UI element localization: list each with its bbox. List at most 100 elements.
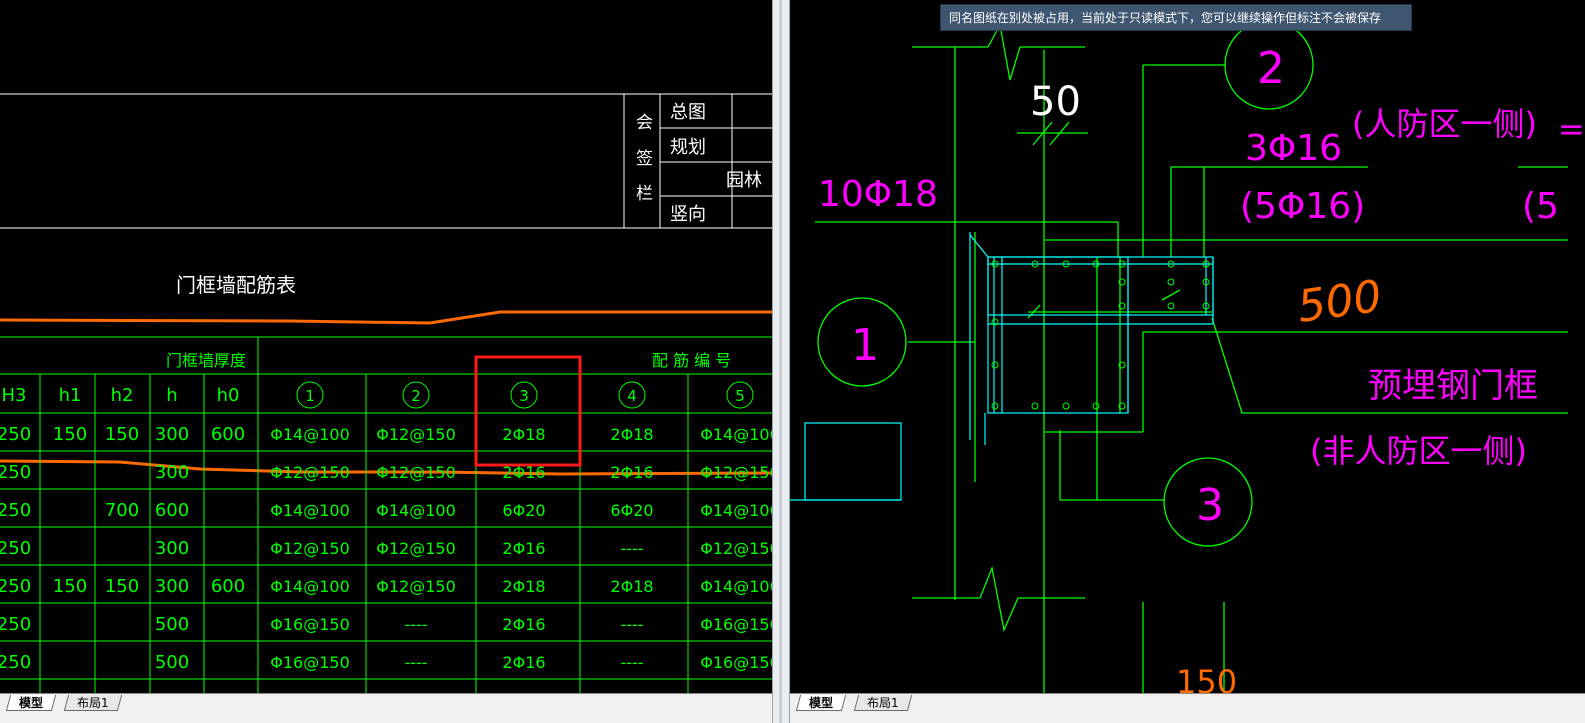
- table-cell: 250: [0, 614, 31, 635]
- table-cell: ----: [404, 615, 427, 634]
- embedded-door-frame-label: 预埋钢门框: [1368, 366, 1538, 406]
- rebar-dot: [991, 402, 999, 410]
- table-cell: Φ14@100: [700, 501, 772, 520]
- signoff-row-planning: 规划: [670, 137, 706, 158]
- table-cell: 250: [0, 538, 31, 559]
- left-drawing-svg: 会 签 栏 总图 规划 园林 竖向 门框墙配筋表 H3 h1 h2 h h0 1 2 3 4 5 …: [0, 93, 772, 693]
- rebar-top-label: 3Φ16: [1245, 128, 1342, 169]
- table-cell: 300: [155, 424, 189, 445]
- rebar-dot: [991, 361, 999, 369]
- tab-model-left[interactable]: 模型: [5, 695, 57, 711]
- group-header-rebar: 配 筋 编 号: [652, 351, 731, 370]
- table-cell: 300: [155, 576, 189, 597]
- table-cell: Φ12@150: [700, 463, 772, 482]
- table-cell: Φ14@100: [376, 501, 456, 520]
- table-cell: 250: [0, 424, 31, 445]
- table-cell: 250: [0, 500, 31, 521]
- table-cell: Φ12@150: [376, 425, 456, 444]
- rebar-table-header: H3 h1 h2 h h0 1 2 3 4 5: [2, 381, 754, 409]
- table-cell: 150: [105, 576, 139, 597]
- table-cell: Φ12@150: [376, 577, 456, 596]
- column-header-h1: h1: [59, 385, 82, 406]
- table-cell: 300: [155, 462, 189, 483]
- rebar-dot: [1167, 302, 1175, 310]
- orange-markup-line-top: [0, 310, 772, 325]
- table-cell: ----: [620, 539, 643, 558]
- table-cell: 2Φ16: [502, 653, 545, 672]
- tab-model-right[interactable]: 模型: [795, 695, 847, 711]
- table-cell: 2Φ18: [502, 425, 545, 444]
- table-cell: 2Φ16: [610, 463, 653, 482]
- read-only-notice: 同名图纸在别处被占用，当前处于只读模式下，您可以继续操作但标注不会被保存: [940, 4, 1412, 31]
- signoff-label-3: 栏: [636, 184, 653, 204]
- civil-defense-side-label: (人防区一侧): [1352, 105, 1537, 143]
- table-cell: Φ14@100: [270, 501, 350, 520]
- table-cell: Φ12@150: [270, 463, 350, 482]
- table-cell: 600: [211, 424, 245, 445]
- signoff-row-general: 总图: [670, 102, 706, 123]
- dim-150: 150: [1176, 663, 1237, 693]
- table-cell: 500: [155, 614, 189, 635]
- signoff-row-landscape: 园林: [726, 170, 762, 191]
- column-header-1: 1: [305, 387, 315, 405]
- table-cell: Φ16@150: [700, 653, 772, 672]
- table-cell: Φ14@100: [270, 425, 350, 444]
- table-cell: 2Φ16: [502, 539, 545, 558]
- table-cell: 150: [53, 576, 87, 597]
- right-drawing-canvas[interactable]: 150 50 1 2 3 10Φ18 3Φ16 (5Φ16) (5 (人防区一侧…: [790, 0, 1585, 693]
- rebar-dots: [991, 260, 1210, 410]
- rebar-dot: [1167, 278, 1175, 286]
- table-cell: 6Φ20: [610, 501, 653, 520]
- table-cell: 250: [0, 652, 31, 673]
- table-cell: Φ16@150: [270, 615, 350, 634]
- table-cell: Φ12@150: [376, 539, 456, 558]
- left-drawing-canvas[interactable]: 会 签 栏 总图 规划 园林 竖向 门框墙配筋表 H3 h1 h2 h h0 1 2 3 4 5 …: [0, 0, 772, 693]
- table-cell: 300: [155, 538, 189, 559]
- pane-splitter[interactable]: [772, 0, 790, 723]
- table-cell: 2Φ16: [502, 615, 545, 634]
- table-cell: 150: [53, 424, 87, 445]
- table-cell: 700: [105, 500, 139, 521]
- rebar-dot: [1031, 402, 1039, 410]
- column-header-4: 4: [627, 387, 637, 405]
- table-cell: 6Φ20: [502, 501, 545, 520]
- table-title: 门框墙配筋表: [176, 273, 296, 297]
- table-cell: 600: [155, 500, 189, 521]
- column-header-h2: h2: [111, 385, 134, 406]
- rebar-edge-paren-label: (5: [1522, 186, 1559, 227]
- left-layout-tabs: 模型 布局1: [0, 693, 772, 723]
- cutoff-magenta-mark: =: [1558, 110, 1585, 148]
- rebar-left-label: 10Φ18: [818, 174, 938, 215]
- tab-layout1-right[interactable]: 布局1: [853, 695, 912, 711]
- rebar-table-body: 250 150 150 300 600 Φ14@100 Φ12@150 2Φ18 2Φ18 Φ14…: [0, 424, 772, 693]
- tab-layout1-left[interactable]: 布局1: [63, 695, 122, 711]
- dim-50: 50: [1030, 79, 1081, 125]
- bubble-label-2: 2: [1257, 43, 1285, 94]
- handwritten-annotation: 500: [1294, 271, 1384, 333]
- table-cell: Φ16@150: [700, 615, 772, 634]
- signoff-label-1: 会: [636, 113, 653, 133]
- rebar-dot: [1092, 402, 1100, 410]
- table-cell: Φ12@150: [270, 539, 350, 558]
- table-cell: 2Φ18: [610, 425, 653, 444]
- column-header-2: 2: [411, 387, 421, 405]
- table-cell: ----: [620, 653, 643, 672]
- table-cell: ----: [620, 615, 643, 634]
- table-cell: Φ14@100: [270, 577, 350, 596]
- group-header-thickness: 门框墙厚度: [166, 351, 246, 370]
- table-cell: 150: [105, 424, 139, 445]
- table-cell: 250: [0, 462, 31, 483]
- bubble-label-3: 3: [1196, 480, 1224, 531]
- rebar-dot: [1062, 402, 1070, 410]
- rebar-top-paren-label: (5Φ16): [1240, 186, 1365, 227]
- table-cell: 250: [0, 576, 31, 597]
- column-header-H3: H3: [2, 385, 27, 406]
- table-cell: ----: [404, 653, 427, 672]
- bubble-label-1: 1: [851, 320, 879, 371]
- table-cell: 2Φ18: [502, 577, 545, 596]
- right-drawing-svg: 150 50 1 2 3 10Φ18 3Φ16 (5Φ16) (5 (人防区一侧…: [790, 20, 1585, 693]
- right-layout-tabs: 模型 布局1: [790, 693, 1585, 723]
- table-cell: 500: [155, 652, 189, 673]
- table-cell: 2Φ18: [610, 577, 653, 596]
- signoff-label-2: 签: [636, 149, 653, 169]
